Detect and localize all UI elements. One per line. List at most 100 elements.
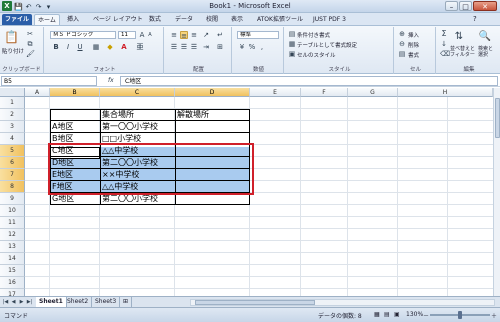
align-top-icon[interactable]: ≡ — [170, 31, 178, 39]
align-left-icon[interactable]: ☰ — [170, 43, 178, 51]
row-header-14[interactable]: 14 — [0, 253, 25, 265]
col-header-c[interactable]: C — [100, 88, 175, 97]
wrap-text-icon[interactable]: ↵ — [216, 31, 224, 39]
prev-sheet-icon[interactable]: ◀ — [10, 298, 17, 307]
grow-font-icon[interactable]: A — [138, 31, 146, 39]
format-cells-icon[interactable]: ▤ — [398, 50, 406, 58]
zoom-out-button[interactable]: － — [423, 311, 429, 320]
row-header-7[interactable]: 7 — [0, 169, 25, 181]
maximize-button[interactable]: □ — [459, 1, 472, 11]
help-icon[interactable]: ? — [470, 14, 480, 25]
align-center-icon[interactable]: ☰ — [180, 43, 188, 51]
vertical-scroll-thumb[interactable] — [495, 98, 500, 138]
sheet-tab-3[interactable]: Sheet3 — [92, 297, 121, 307]
next-sheet-icon[interactable]: ▶ — [18, 298, 25, 307]
last-sheet-icon[interactable]: ▶| — [26, 298, 33, 307]
paste-label[interactable]: 貼り付け — [2, 47, 24, 55]
insert-cells-button[interactable]: 挿入 — [408, 31, 419, 39]
row-header-13[interactable]: 13 — [0, 241, 25, 253]
font-color-icon[interactable]: A — [120, 43, 128, 51]
find-select-button[interactable]: 検索と 選択 — [478, 46, 493, 58]
fill-color-icon[interactable]: ◆ — [106, 43, 114, 51]
tab-insert[interactable]: 挿入 — [64, 14, 82, 25]
delete-cells-icon[interactable]: ⊖ — [398, 40, 406, 48]
align-bottom-icon[interactable]: ≡ — [190, 31, 198, 39]
format-painter-icon[interactable]: 🖌 — [26, 50, 35, 58]
shrink-font-icon[interactable]: A — [146, 31, 154, 39]
row-header-6[interactable]: 6 — [0, 157, 25, 169]
vertical-scrollbar[interactable] — [493, 88, 500, 296]
cell-c4[interactable]: 第一〇〇小学校 — [100, 121, 175, 133]
page-layout-view-icon[interactable]: ▤ — [384, 311, 390, 318]
border-icon[interactable]: ▦ — [92, 43, 100, 51]
percent-icon[interactable]: % — [248, 43, 256, 51]
sort-filter-icon[interactable]: ⇅ — [452, 30, 466, 44]
zoom-slider-knob[interactable] — [458, 311, 462, 319]
autosum-icon[interactable]: Σ — [440, 30, 448, 38]
row-header-2[interactable]: 2 — [0, 109, 25, 121]
tab-view[interactable]: 表示 — [228, 14, 246, 25]
name-box[interactable]: B5 — [1, 76, 97, 86]
first-sheet-icon[interactable]: |◀ — [2, 298, 9, 307]
formula-input[interactable]: C地区 — [120, 76, 498, 86]
font-size-select[interactable]: 11 — [118, 31, 136, 39]
col-header-g[interactable]: G — [348, 88, 398, 97]
orientation-icon[interactable]: ↗ — [202, 31, 210, 39]
row-header-4[interactable]: 4 — [0, 133, 25, 145]
indent-icon[interactable]: ⇥ — [202, 43, 210, 51]
minimize-button[interactable]: – — [445, 1, 458, 11]
row-header-3[interactable]: 3 — [0, 121, 25, 133]
align-middle-icon[interactable]: ≡ — [180, 31, 188, 40]
number-format-select[interactable]: 標準 — [237, 31, 279, 39]
cell-b4[interactable]: A地区 — [50, 121, 100, 133]
conditional-format-button[interactable]: 条件付き書式 — [297, 31, 330, 39]
cell-styles-button[interactable]: セルのスタイル — [297, 51, 336, 59]
col-header-b[interactable]: B — [50, 88, 100, 97]
row-header-8[interactable]: 8 — [0, 181, 25, 193]
normal-view-icon[interactable]: ▦ — [374, 311, 380, 318]
underline-button[interactable]: U — [76, 43, 84, 51]
sort-filter-button[interactable]: 並べ替えと フィルター — [450, 46, 475, 58]
row-header-12[interactable]: 12 — [0, 229, 25, 241]
fill-icon[interactable]: ↓ — [440, 40, 448, 48]
page-break-view-icon[interactable]: ▣ — [394, 311, 400, 318]
cell-styles-icon[interactable]: ▣ — [288, 50, 296, 58]
row-header-16[interactable]: 16 — [0, 277, 25, 289]
close-button[interactable]: ✕ — [473, 1, 497, 11]
copy-icon[interactable]: ⧉ — [26, 40, 34, 48]
col-header-d[interactable]: D — [175, 88, 250, 97]
tab-formulas[interactable]: 数式 — [146, 14, 164, 25]
insert-sheet-icon[interactable]: ⊞ — [120, 297, 133, 307]
currency-icon[interactable]: ¥ — [238, 43, 246, 51]
col-header-f[interactable]: F — [301, 88, 348, 97]
clear-icon[interactable]: ⌫ — [440, 50, 450, 58]
merge-center-icon[interactable]: ⊞ — [216, 43, 224, 51]
tab-review[interactable]: 校閲 — [203, 14, 221, 25]
row-header-15[interactable]: 15 — [0, 265, 25, 277]
tab-home[interactable]: ホーム — [34, 14, 60, 25]
col-header-e[interactable]: E — [250, 88, 301, 97]
comma-icon[interactable]: , — [258, 43, 266, 51]
tab-file[interactable]: ファイル — [2, 14, 33, 25]
font-name-select[interactable]: ＭＳ Ｐゴシック — [50, 31, 116, 39]
row-header-17[interactable]: 17 — [0, 289, 25, 296]
row-header-11[interactable]: 11 — [0, 217, 25, 229]
find-select-icon[interactable]: 🔍 — [478, 30, 492, 44]
conditional-format-icon[interactable]: ▤ — [288, 30, 296, 38]
row-header-9[interactable]: 9 — [0, 193, 25, 205]
insert-function-icon[interactable]: fx — [108, 76, 114, 86]
delete-cells-button[interactable]: 削除 — [408, 41, 419, 49]
row-header-5[interactable]: 5 — [0, 145, 25, 157]
row-header-10[interactable]: 10 — [0, 205, 25, 217]
horizontal-scroll-thumb[interactable] — [195, 300, 315, 305]
format-table-icon[interactable]: ▦ — [288, 40, 296, 48]
sheet-tab-2[interactable]: Sheet2 — [64, 297, 93, 307]
tab-data[interactable]: データ — [172, 14, 196, 25]
format-cells-button[interactable]: 書式 — [408, 51, 419, 59]
cut-icon[interactable]: ✂ — [26, 30, 34, 38]
select-all-corner[interactable] — [0, 88, 25, 97]
zoom-in-button[interactable]: ＋ — [491, 311, 497, 320]
bold-button[interactable]: B — [52, 43, 60, 51]
tab-atok[interactable]: ATOK拡張ツール — [254, 14, 306, 25]
col-header-a[interactable]: A — [25, 88, 50, 97]
